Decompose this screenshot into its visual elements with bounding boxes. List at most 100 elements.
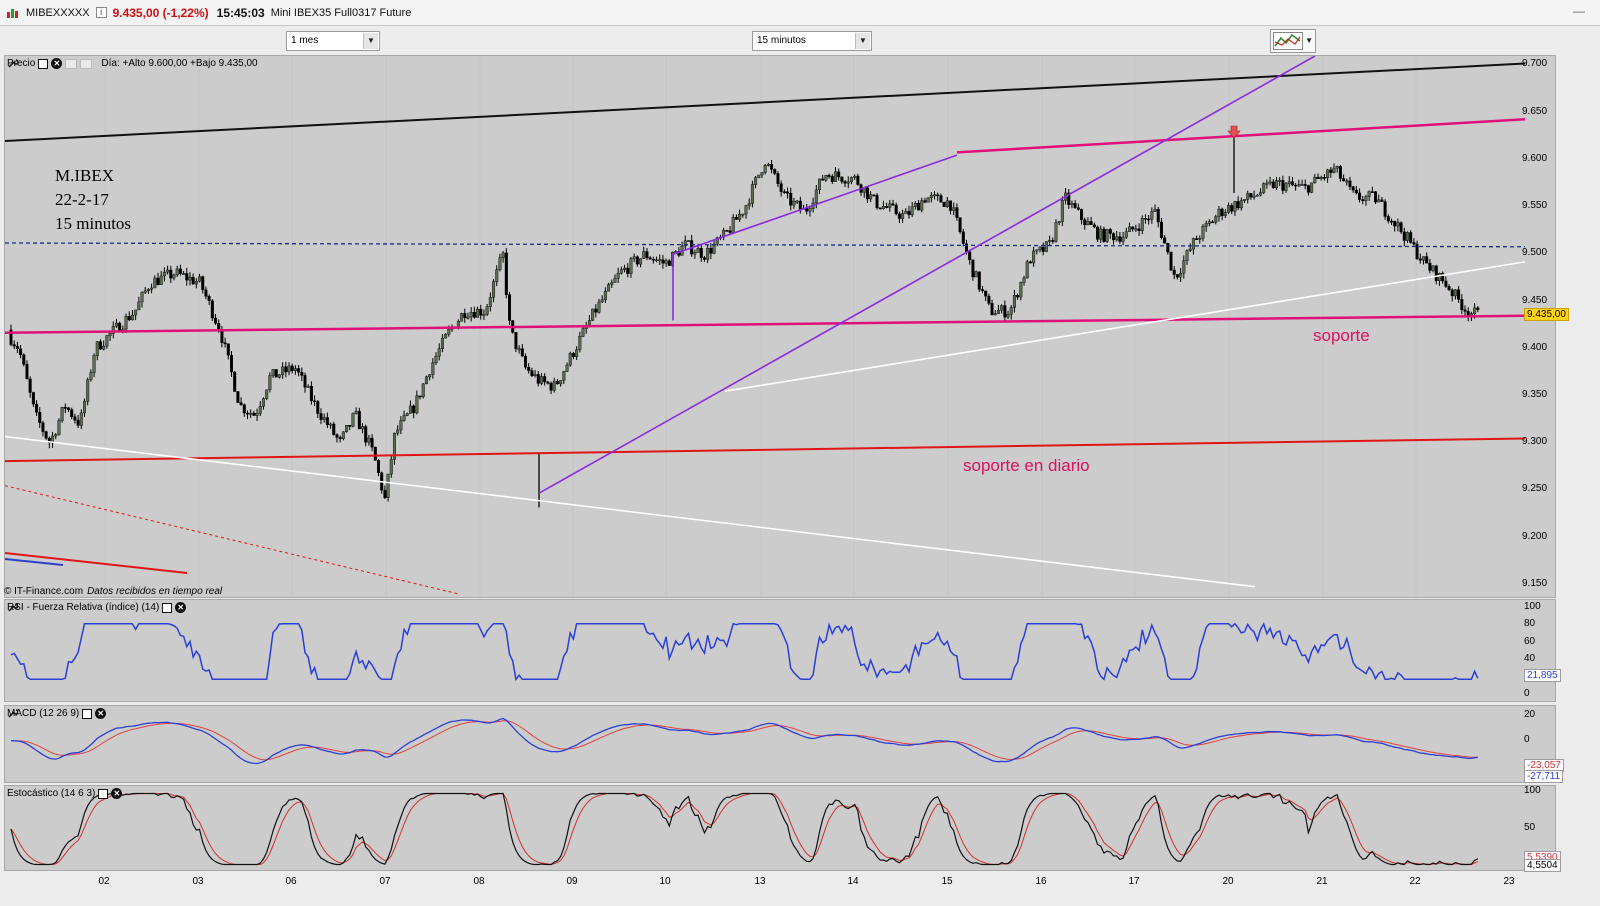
price-candle: [1319, 177, 1323, 179]
price-candle: [114, 322, 118, 327]
price-candle: [1204, 223, 1208, 227]
price-candle: [281, 366, 285, 375]
price-axis-label: 9.700: [1522, 58, 1548, 70]
price-candle: [204, 289, 208, 297]
minimize-icon[interactable]: —: [1572, 5, 1586, 18]
maximize-icon[interactable]: [162, 602, 173, 613]
chevron-down-icon[interactable]: ▼: [1305, 36, 1313, 45]
price-candle: [849, 177, 853, 183]
price-axis-label: 9.300: [1522, 436, 1548, 448]
price-candle: [469, 312, 473, 318]
macd-chart[interactable]: [5, 706, 1556, 783]
price-candle: [38, 412, 42, 424]
price-axis-label: 9.450: [1522, 294, 1548, 306]
price-candle: [667, 260, 671, 266]
price-candle: [1073, 203, 1077, 208]
price-candle: [15, 345, 19, 350]
price-candle: [402, 415, 406, 421]
price-axis-label: 9.150: [1522, 577, 1548, 589]
maximize-icon[interactable]: [82, 708, 93, 719]
date-axis-label: 02: [98, 876, 110, 887]
price-candle: [1310, 182, 1314, 193]
price-candle: [1425, 256, 1429, 264]
price-candle: [265, 389, 269, 399]
price-candle: [543, 376, 547, 383]
price-candle: [440, 337, 444, 349]
price-candle: [1057, 221, 1061, 224]
price-candle: [1233, 201, 1237, 212]
info-icon[interactable]: i: [95, 7, 107, 18]
price-candle: [102, 345, 106, 350]
price-candle: [412, 405, 416, 414]
price-candle: [533, 374, 537, 376]
price-candle: [261, 398, 265, 407]
stochastic-panel[interactable]: Estocástico (14 6 3) ✕: [4, 785, 1556, 871]
price-candle: [980, 289, 984, 292]
move-up-icon[interactable]: [65, 58, 78, 69]
price-candle: [1390, 220, 1394, 223]
move-down-icon[interactable]: [80, 58, 93, 69]
price-candle: [1111, 233, 1115, 241]
price-candle: [156, 277, 160, 285]
price-candle: [338, 437, 342, 439]
price-candle: [172, 274, 176, 279]
chevron-down-icon[interactable]: ▼: [363, 33, 378, 49]
price-candle: [1370, 191, 1374, 193]
close-icon[interactable]: ✕: [175, 602, 187, 613]
price-candle: [19, 348, 23, 355]
price-candle: [869, 194, 873, 200]
date-axis-label: 16: [1035, 876, 1047, 887]
interval-select[interactable]: 15 minutos ▼: [752, 31, 872, 51]
macd-panel[interactable]: MACD (12 26 9) ✕: [4, 705, 1556, 783]
price-panel[interactable]: Precio ✕ Día: +Alto 9.600,00 +Bajo 9.435…: [4, 55, 1556, 598]
support-label: soporte: [1313, 326, 1370, 345]
period-select[interactable]: 1 mes ▼: [286, 31, 380, 51]
price-candle: [1195, 238, 1199, 240]
trading-window: MIBEXXXXX i 9.435,00 (-1,22%) 15:45:03 M…: [0, 0, 1600, 906]
price-candle: [1115, 236, 1119, 241]
price-candle: [1003, 305, 1007, 318]
rsi-chart[interactable]: [5, 600, 1556, 702]
price-candle: [747, 203, 751, 206]
date-axis-label: 10: [659, 876, 671, 887]
price-candle: [396, 429, 400, 434]
price-candle: [367, 437, 371, 443]
indicators-button[interactable]: ▼: [1270, 29, 1316, 53]
wrench-icon[interactable]: [7, 602, 18, 613]
price-candle: [1434, 265, 1438, 281]
maximize-icon[interactable]: [38, 58, 49, 69]
price-candle: [1284, 183, 1288, 191]
maximize-icon[interactable]: [98, 788, 109, 799]
price-candle: [146, 289, 150, 292]
rsi-panel[interactable]: RSI - Fuerza Relativa (índice) (14) ✕: [4, 599, 1556, 702]
price-candle: [1431, 265, 1435, 271]
price-candle: [175, 268, 179, 276]
price-candle: [872, 194, 876, 197]
wrench-icon[interactable]: [7, 708, 18, 719]
price-candle: [1450, 289, 1454, 297]
price-candle: [530, 370, 534, 376]
price-candle: [1060, 199, 1064, 222]
close-icon[interactable]: ✕: [111, 788, 123, 799]
price-candle: [405, 413, 409, 416]
price-candle: [578, 336, 582, 350]
price-candle: [1287, 181, 1291, 184]
close-icon[interactable]: ✕: [51, 58, 63, 69]
price-candle: [220, 330, 224, 343]
price-candle: [763, 165, 767, 173]
chevron-down-icon[interactable]: ▼: [855, 33, 870, 49]
price-candle: [277, 374, 281, 378]
price-candle: [913, 202, 917, 207]
close-icon[interactable]: ✕: [95, 708, 107, 719]
price-candle: [255, 413, 259, 416]
price-candle: [1121, 236, 1125, 242]
price-candle: [341, 431, 345, 439]
price-candle: [741, 213, 745, 216]
wrench-icon[interactable]: [7, 58, 18, 69]
price-candle: [1153, 209, 1157, 212]
rsi-axis-label: 40: [1524, 653, 1536, 665]
price-candle: [945, 200, 949, 207]
stochastic-chart[interactable]: [5, 786, 1556, 871]
price-candle: [303, 375, 307, 388]
price-candle: [853, 175, 857, 178]
